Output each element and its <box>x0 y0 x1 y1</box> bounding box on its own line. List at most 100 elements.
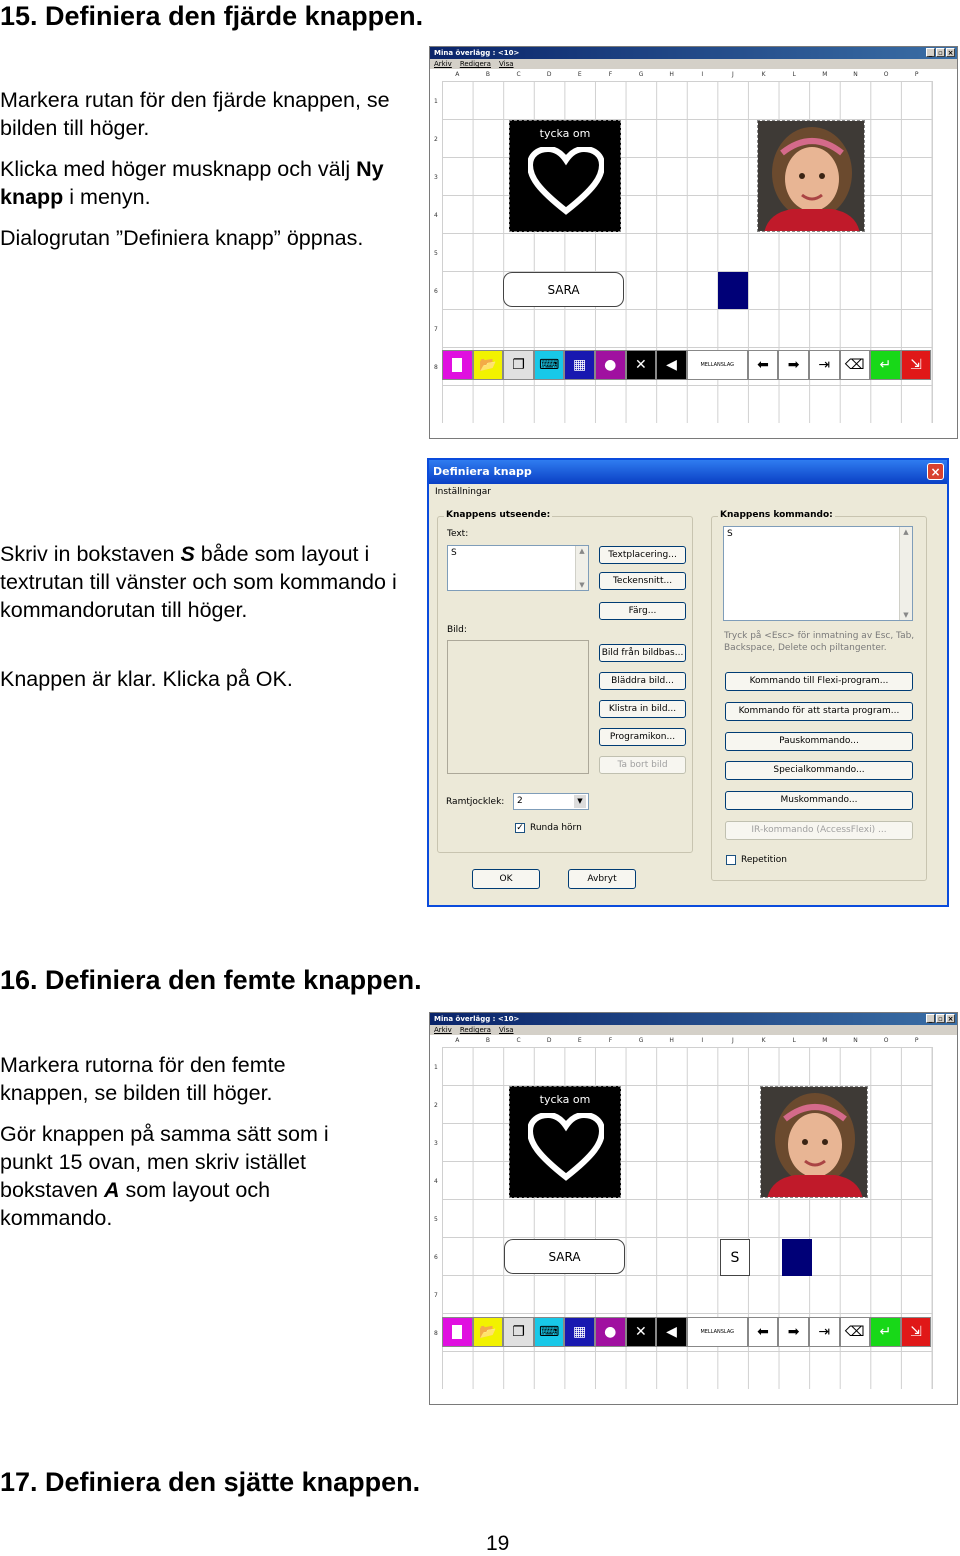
arrow-left-icon[interactable]: ⬅ <box>747 350 779 380</box>
panel-icon[interactable]: ▦ <box>564 1317 595 1347</box>
tab-installningar[interactable]: Inställningar <box>435 487 491 497</box>
cross-icon[interactable]: ✕ <box>625 350 657 380</box>
image-from-bank-button[interactable]: Bild från bildbas... <box>599 644 686 662</box>
open-folder-icon[interactable]: 📂 <box>472 350 504 380</box>
enter-icon[interactable]: ↵ <box>870 1317 901 1347</box>
dialog-close-button[interactable]: × <box>927 463 944 480</box>
sara-button[interactable]: SARA <box>503 272 624 307</box>
girl-photo-image <box>761 1087 867 1197</box>
section-15-paragraph-4: Skriv in bokstaven S både som layout i t… <box>0 542 397 622</box>
start-program-command-button[interactable]: Kommando för att starta program... <box>725 702 913 721</box>
maximize-button[interactable]: ▫ <box>936 1014 945 1023</box>
arrow-right-icon[interactable]: ➡ <box>778 1317 809 1347</box>
app-window-titlebar: Mina överlägg : <10> _ ▫ × <box>430 47 957 59</box>
round-corners-checkbox[interactable]: ✓ <box>515 823 525 833</box>
menu-redigera[interactable]: Redigera <box>460 59 491 69</box>
pause-command-button[interactable]: Pauskommando... <box>725 732 913 751</box>
text-placement-button[interactable]: Textplacering... <box>599 546 686 564</box>
section-15-paragraph-3: Dialogrutan ”Definiera knapp” öppnas. <box>0 226 364 250</box>
toolbar-row: 📂 ❐ ⌨ ▦ ● ✕ ◀ MELLANSLAG ⬅ ➡ ⇥ ⌫ ↵ ⇲ <box>442 1317 932 1347</box>
font-button[interactable]: Teckensnitt... <box>599 572 686 590</box>
command-hint: Tryck på <Esc> för inmatning av Esc, Tab… <box>724 631 915 653</box>
exit-icon[interactable]: ⇲ <box>900 350 932 380</box>
eraser-icon[interactable]: ⌫ <box>839 350 871 380</box>
selected-cell[interactable] <box>782 1239 812 1276</box>
enter-icon[interactable]: ↵ <box>870 350 901 380</box>
exit-icon[interactable]: ⇲ <box>900 1317 932 1347</box>
sara-button[interactable]: SARA <box>504 1239 625 1274</box>
new-doc-icon[interactable] <box>442 1317 473 1347</box>
s-button[interactable]: S <box>720 1239 750 1276</box>
command-text-field[interactable]: S ▲ ▼ <box>723 526 913 621</box>
dialog-titlebar: Definiera knapp × <box>429 460 947 484</box>
section-17-heading: 17. Definiera den sjätte knappen. <box>0 1467 421 1497</box>
cancel-button[interactable]: Avbryt <box>568 869 636 889</box>
record-icon[interactable]: ● <box>594 1317 626 1347</box>
record-icon[interactable]: ● <box>594 350 626 380</box>
ir-command-button[interactable]: IR-kommando (AccessFlexi) ... <box>725 821 913 840</box>
menu-arkiv[interactable]: Arkiv <box>434 59 452 69</box>
repetition-checkbox[interactable] <box>726 855 736 865</box>
paste-image-button[interactable]: Klistra in bild... <box>599 700 686 718</box>
app-window-titlebar: Mina överlägg : <10> _ ▫ × <box>430 1013 957 1025</box>
space-key[interactable]: MELLANSLAG <box>686 1317 748 1347</box>
app-window-1: Mina överlägg : <10> _ ▫ × Arkiv Rediger… <box>429 46 958 439</box>
menu-visa[interactable]: Visa <box>499 59 514 69</box>
windows-icon[interactable]: ❐ <box>503 1317 534 1347</box>
cross-icon[interactable]: ✕ <box>625 1317 657 1347</box>
frame-thickness-select[interactable]: 2 ▼ <box>513 793 589 810</box>
page-number: 19 <box>486 1532 510 1555</box>
heart-icon <box>528 147 604 215</box>
minimize-button[interactable]: _ <box>926 1014 935 1023</box>
windows-icon[interactable]: ❐ <box>503 350 534 380</box>
section-16-paragraph-1: Markera rutorna för den femte knappen, s… <box>0 1053 286 1105</box>
close-button[interactable]: × <box>946 1014 955 1023</box>
heart-icon <box>528 1113 604 1181</box>
row-headers: 12345678 <box>434 1064 438 1337</box>
layout-text-field[interactable]: S ▲ ▼ <box>447 545 589 591</box>
menu-visa[interactable]: Visa <box>499 1025 514 1035</box>
space-key[interactable]: MELLANSLAG <box>686 350 748 380</box>
heart-button[interactable]: tycka om <box>509 120 621 232</box>
tab-icon[interactable]: ⇥ <box>808 350 840 380</box>
portrait-photo[interactable] <box>757 120 865 232</box>
minimize-button[interactable]: _ <box>926 48 935 57</box>
keyboard-icon[interactable]: ⌨ <box>533 350 565 380</box>
girl-photo-image <box>758 121 864 231</box>
selected-cell[interactable] <box>718 272 748 309</box>
tab-icon[interactable]: ⇥ <box>808 1317 840 1347</box>
remove-image-button[interactable]: Ta bort bild <box>599 756 686 774</box>
program-icon-button[interactable]: Programikon... <box>599 728 686 746</box>
speaker-icon[interactable]: ◀ <box>656 1317 687 1347</box>
mouse-command-button[interactable]: Muskommando... <box>725 791 913 810</box>
close-button[interactable]: × <box>946 48 955 57</box>
arrow-right-icon[interactable]: ➡ <box>778 350 809 380</box>
ok-button[interactable]: OK <box>472 869 540 889</box>
special-command-button[interactable]: Specialkommando... <box>725 761 913 780</box>
keyboard-icon[interactable]: ⌨ <box>533 1317 565 1347</box>
column-headers: ABCDEFGHIJKLMNOP <box>455 1037 919 1044</box>
new-doc-icon[interactable] <box>442 350 473 380</box>
section-16-paragraph-2: Gör knappen på samma sätt som i punkt 15… <box>0 1122 329 1230</box>
menu-arkiv[interactable]: Arkiv <box>434 1025 452 1035</box>
panel-icon[interactable]: ▦ <box>564 350 595 380</box>
menu-redigera[interactable]: Redigera <box>460 1025 491 1035</box>
section-15-heading: 15. Definiera den fjärde knappen. <box>0 1 424 31</box>
app-menubar: Arkiv Redigera Visa <box>430 59 957 69</box>
speaker-icon[interactable]: ◀ <box>656 350 687 380</box>
arrow-left-icon[interactable]: ⬅ <box>747 1317 779 1347</box>
image-preview <box>447 640 589 774</box>
eraser-icon[interactable]: ⌫ <box>839 1317 871 1347</box>
portrait-photo[interactable] <box>760 1086 868 1198</box>
color-button[interactable]: Färg... <box>599 602 686 620</box>
image-label: Bild: <box>447 625 467 635</box>
section-15-paragraph-2: Klicka med höger musknapp och välj Ny kn… <box>0 157 384 209</box>
browse-image-button[interactable]: Bläddra bild... <box>599 672 686 690</box>
round-corners-label: Runda hörn <box>530 823 582 833</box>
maximize-button[interactable]: ▫ <box>936 48 945 57</box>
open-folder-icon[interactable]: 📂 <box>472 1317 504 1347</box>
row-headers: 12345678 <box>434 98 438 371</box>
chevron-down-icon[interactable]: ▼ <box>574 795 586 808</box>
flexi-command-button[interactable]: Kommando till Flexi-program... <box>725 672 913 691</box>
heart-button[interactable]: tycka om <box>509 1086 621 1198</box>
